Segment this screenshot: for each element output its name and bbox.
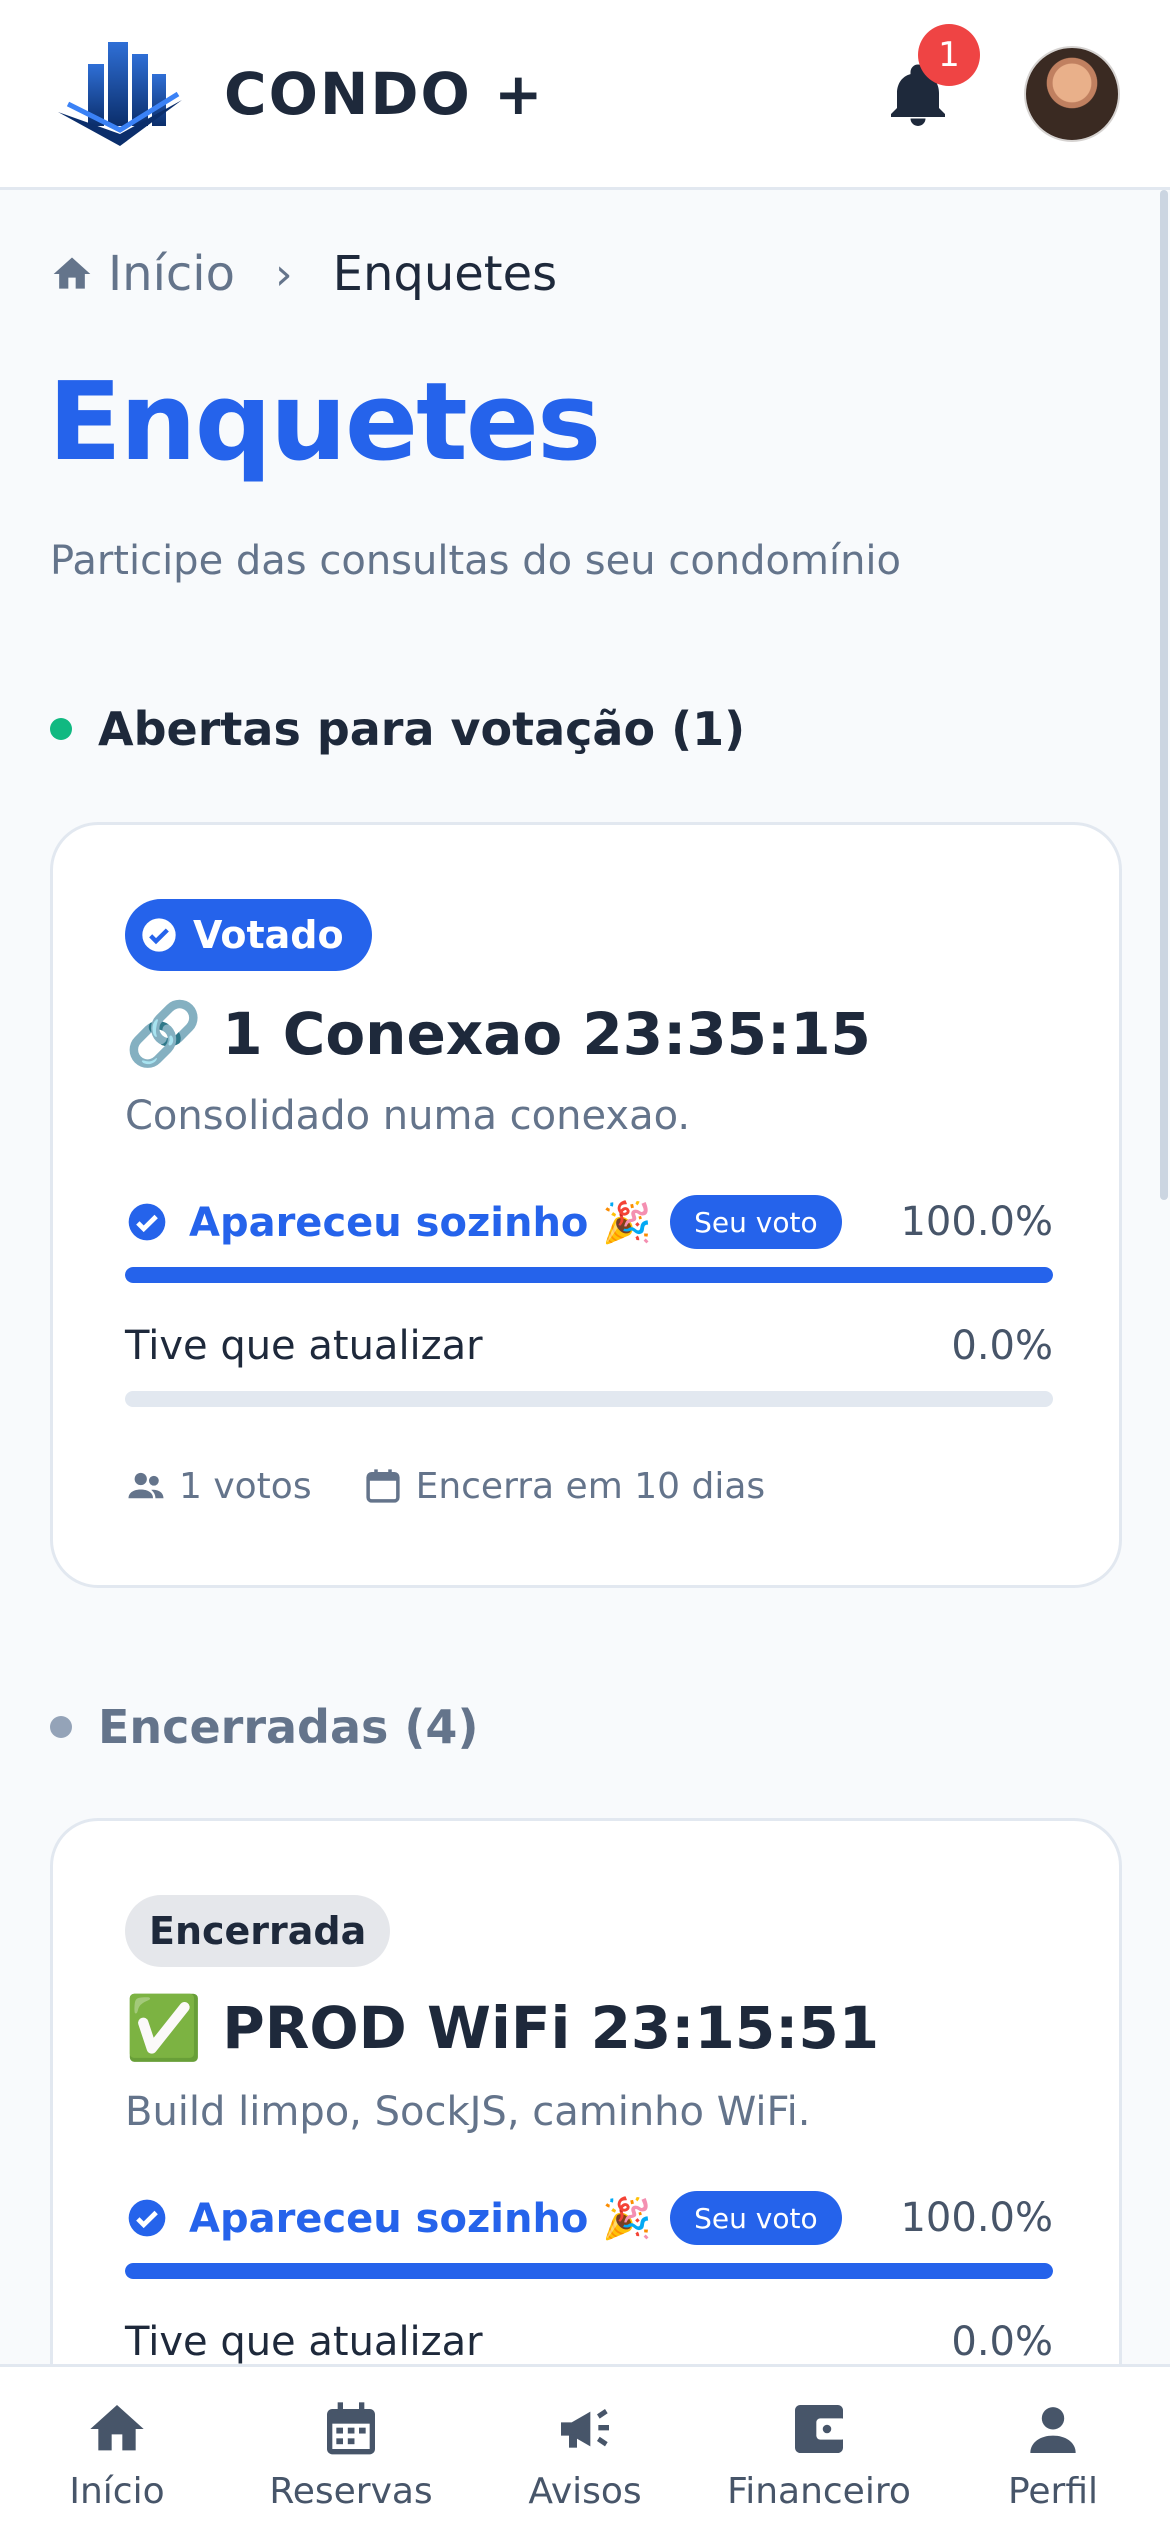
- poll-card-open[interactable]: Votado 🔗 1 Conexao 23:35:15 Consolidado …: [50, 822, 1122, 1588]
- option-label: Apareceu sozinho 🎉: [189, 1199, 653, 1246]
- nav-item-perfil[interactable]: Perfil: [936, 2367, 1170, 2532]
- option-label: Apareceu sozinho 🎉: [189, 2195, 653, 2242]
- open-status-dot: [50, 718, 72, 740]
- megaphone-icon: [561, 2409, 609, 2448]
- poll-title-text: 1 Conexao 23:35:15: [222, 1000, 871, 1068]
- option-percentage: 100.0%: [900, 2195, 1053, 2241]
- nav-item-financeiro[interactable]: Financeiro: [702, 2367, 936, 2532]
- poll-description: Build limpo, SockJS, caminho WiFi.: [125, 2089, 811, 2135]
- poll-title-text: PROD WiFi 23:15:51: [222, 1994, 880, 2062]
- open-section-heading: Abertas para votação (1): [50, 702, 745, 756]
- option-percentage: 0.0%: [951, 2319, 1053, 2365]
- poll-ends-in: Encerra em 10 dias: [415, 1465, 766, 1507]
- nav-item-reservas[interactable]: Reservas: [234, 2367, 468, 2532]
- page-scrollbar[interactable]: [1160, 190, 1168, 1200]
- option-percentage: 0.0%: [951, 1323, 1053, 1369]
- poll-option-winner[interactable]: Apareceu sozinho 🎉 Seu voto 100.0%: [125, 1195, 1053, 1249]
- option-progress-fill: [125, 1267, 1053, 1283]
- option-percentage: 100.0%: [900, 1199, 1053, 1245]
- votes-count: 1 votos: [179, 1465, 312, 1507]
- option-progress-fill: [125, 2263, 1053, 2279]
- person-icon: [1030, 2407, 1076, 2453]
- poll-option[interactable]: Tive que atualizar 0.0%: [125, 1323, 1053, 1369]
- page-title: Enquetes: [48, 360, 601, 485]
- option-label: Tive que atualizar: [125, 1323, 483, 1369]
- your-vote-tag: Seu voto: [670, 1195, 842, 1249]
- nav-label: Avisos: [528, 2471, 642, 2512]
- notifications-button[interactable]: 1: [882, 23, 980, 134]
- building-logo-icon[interactable]: [50, 34, 190, 154]
- calendar-icon: [365, 1469, 400, 1503]
- voted-badge: Votado: [125, 899, 372, 971]
- check-circle-icon: [128, 2199, 166, 2237]
- poll-title: 🔗 1 Conexao 23:35:15: [125, 997, 871, 1071]
- closed-status-dot: [50, 1716, 72, 1738]
- poll-title: ✅ PROD WiFi 23:15:51: [125, 1991, 879, 2065]
- your-vote-tag: Seu voto: [670, 2191, 842, 2245]
- poll-option[interactable]: Tive que atualizar 0.0%: [125, 2319, 1053, 2365]
- closed-section-heading: Encerradas (4): [50, 1700, 478, 1754]
- breadcrumb: Início › Enquetes: [50, 246, 557, 302]
- page-subtitle: Participe das consultas do seu condomíni…: [50, 538, 902, 584]
- nav-label: Financeiro: [727, 2471, 911, 2512]
- nav-label: Início: [69, 2471, 165, 2512]
- closed-badge: Encerrada: [125, 1895, 391, 1967]
- breadcrumb-home-link[interactable]: Início: [108, 246, 235, 302]
- nav-label: Reservas: [269, 2471, 433, 2512]
- people-icon: [128, 1472, 164, 1499]
- calendar-icon: [327, 2402, 375, 2455]
- nav-item-inicio[interactable]: Início: [0, 2367, 234, 2532]
- nav-label: Perfil: [1007, 2471, 1099, 2512]
- breadcrumb-current: Enquetes: [332, 246, 558, 302]
- chevron-right-icon: ›: [275, 248, 293, 300]
- app-header: CONDO + 1: [0, 0, 1170, 190]
- brand-name: CONDO +: [224, 59, 545, 128]
- home-icon: [53, 257, 91, 289]
- option-progress-bar: [125, 2263, 1053, 2279]
- check-mark-icon: ✅: [125, 1991, 203, 2064]
- closed-section-label: Encerradas (4): [98, 1700, 479, 1754]
- user-avatar[interactable]: [1024, 45, 1120, 142]
- poll-description: Consolidado numa conexao.: [125, 1093, 691, 1139]
- check-circle-icon: [128, 1203, 166, 1241]
- bottom-navigation: Início Reservas Avisos Financeiro Perfil: [0, 2364, 1170, 2532]
- option-label: Tive que atualizar: [125, 2319, 483, 2365]
- check-circle-icon: [142, 918, 176, 952]
- nav-item-avisos[interactable]: Avisos: [468, 2367, 702, 2532]
- option-progress-bar: [125, 1391, 1053, 1407]
- open-section-label: Abertas para votação (1): [98, 702, 746, 756]
- voted-badge-label: Votado: [193, 913, 344, 957]
- poll-option-winner[interactable]: Apareceu sozinho 🎉 Seu voto 100.0%: [125, 2191, 1053, 2245]
- home-icon: [90, 2405, 144, 2451]
- poll-meta: 1 votos Encerra em 10 dias: [125, 1465, 765, 1507]
- option-progress-bar: [125, 1267, 1053, 1283]
- link-icon: 🔗: [125, 997, 203, 1070]
- wallet-icon: [795, 2405, 846, 2453]
- notification-count-badge: 1: [918, 23, 980, 86]
